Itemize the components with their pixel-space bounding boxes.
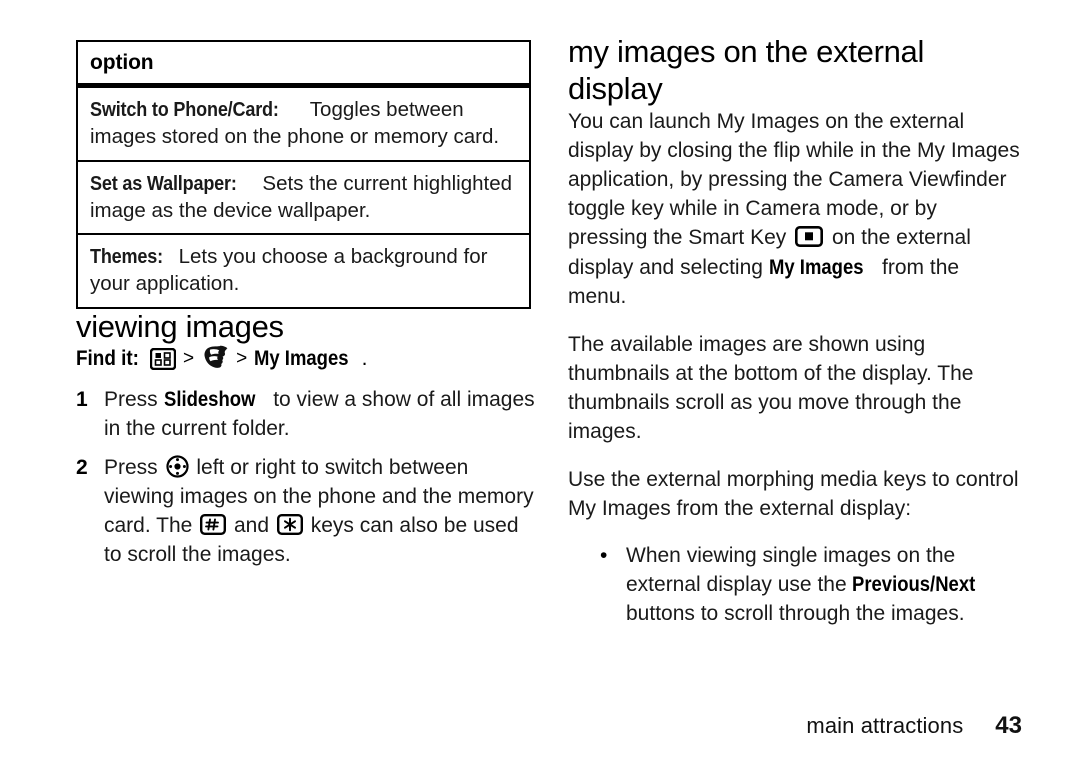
bullet-list: • When viewing single images on the exte… (568, 542, 1020, 629)
step-number: 2 (76, 456, 88, 480)
paragraph-launch-instructions: You can launch My Images on the external… (568, 107, 1020, 311)
left-column: option Switch to Phone/Card: Toggles bet… (76, 40, 536, 580)
step-number: 1 (76, 388, 88, 412)
table-row: Themes: Lets you choose a background for… (78, 235, 529, 307)
list-item: • When viewing single images on the exte… (600, 542, 1020, 629)
smart-key-icon (795, 226, 824, 248)
steps-list: 1 Press Slideshow to view a show of all … (76, 386, 536, 570)
step-keyword: Slideshow (163, 388, 255, 412)
paragraph-thumbnails: The available images are shown using thu… (568, 332, 974, 443)
table-row: Set as Wallpaper: Sets the current highl… (78, 162, 529, 235)
list-item: 1 Press Slideshow to view a show of all … (76, 386, 536, 444)
bullet-text: When viewing single images on the extern… (626, 542, 1020, 629)
option-term: Switch to Phone/Card: (90, 98, 279, 121)
step-text: Press Slideshow to view a show of all im… (104, 386, 536, 444)
step-text-before: Press (104, 388, 164, 412)
bullet-part-2: buttons to scroll through the images. (626, 602, 965, 626)
footer-section-label: main attractions (806, 713, 964, 738)
section-heading-external-display: my images on the external display (568, 34, 925, 106)
manual-page: option Switch to Phone/Card: Toggles bet… (0, 0, 1080, 766)
step-text-mid-2: and (228, 513, 275, 537)
options-table-header: option (78, 42, 529, 88)
path-separator-2: > (236, 347, 248, 369)
paragraph-bold-term: My Images (768, 255, 864, 279)
pound-key-icon (200, 513, 227, 535)
paragraph-media-keys: Use the external morphing media keys to … (568, 468, 1019, 521)
bullet-marker: • (600, 544, 608, 568)
page-footer: main attractions 43 (0, 712, 1080, 740)
options-table: option Switch to Phone/Card: Toggles bet… (76, 40, 531, 309)
right-column: my images on the external display You ca… (568, 34, 1020, 629)
list-item: 2 Press left or right to switch between … (76, 454, 536, 570)
page-number: 43 (995, 712, 1022, 739)
multimedia-icon (201, 345, 229, 372)
star-key-icon (276, 513, 303, 535)
path-separator: > (182, 347, 195, 369)
step-text-before: Press (104, 456, 164, 480)
find-it-period: . (361, 346, 368, 370)
find-it-path: Find it: > > My Images . (76, 345, 536, 372)
option-term: Themes: (90, 245, 163, 268)
main-menu-icon (149, 347, 176, 370)
step-text: Press left or right to switch between vi… (104, 454, 536, 570)
table-row: Switch to Phone/Card: Toggles between im… (78, 88, 529, 162)
find-it-target: My Images (254, 346, 349, 370)
option-term: Set as Wallpaper: (90, 171, 237, 195)
navigation-key-icon (165, 455, 189, 478)
section-heading-viewing-images: viewing images (76, 308, 284, 344)
find-it-label: Find it: (76, 346, 139, 370)
bullet-bold-term: Previous/Next (852, 573, 976, 597)
